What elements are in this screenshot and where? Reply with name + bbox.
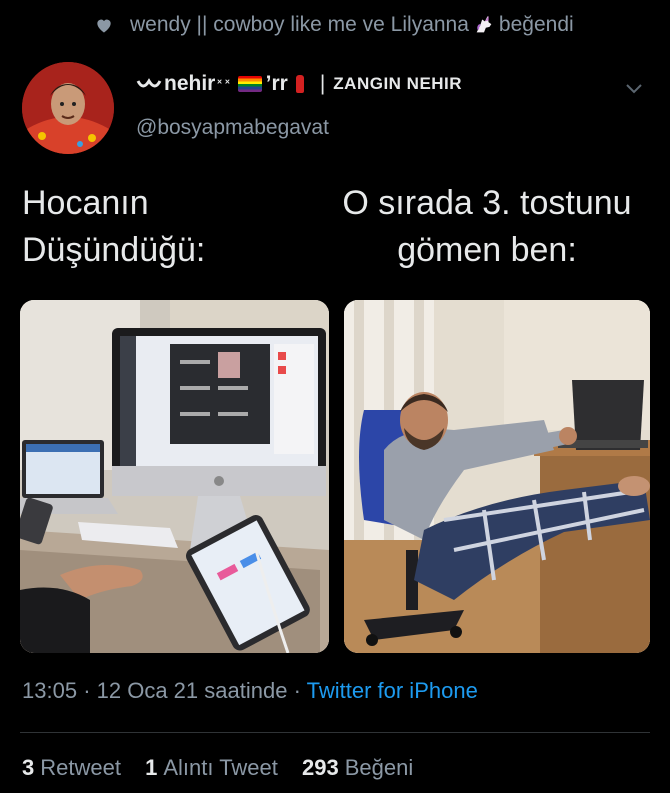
caption-right: O sırada 3. tostunu gömen ben: [322,180,652,274]
photo-man-at-laptop[interactable] [344,300,650,653]
chevron-down-icon[interactable] [624,78,644,98]
liked-by-text: wendy || cowboy like me ve Lilyanna [130,13,469,36]
quotes-label: Alıntı Tweet [163,755,278,780]
photo-desk-setup[interactable] [20,300,329,653]
quotes-stat[interactable]: 1 Alıntı Tweet [145,755,284,780]
tweet-stats: 3 Retweet 1 Alıntı Tweet 293 Beğeni [22,755,431,781]
caption-left-line: Düşündüğü: [22,231,206,269]
caption-right-line: gömen ben: [397,231,577,269]
meta-dot: · [293,678,301,703]
likes-stat[interactable]: 293 Beğeni [302,755,413,780]
rainbow-flag-icon [237,76,262,92]
meta-dot: · [83,678,91,703]
author-name[interactable]: nehir ˟ ˟ ’rr | ZANGIN NEHIR [136,72,462,96]
sparkle-icon: ˟ ˟ [217,76,230,92]
likes-label: Beğeni [344,755,414,780]
wave-icon [136,78,162,88]
display-name-mid: ’rr [265,72,288,95]
retweets-stat[interactable]: 3 Retweet [22,755,127,780]
quotes-count: 1 [145,755,158,780]
author-handle[interactable]: @bosyapmabegavat [136,116,329,140]
display-name-prefix: nehir [164,72,216,95]
retweets-label: Retweet [40,755,121,780]
divider [20,732,650,733]
retweets-count: 3 [22,755,35,780]
name-separator: | [319,72,326,95]
likes-count: 293 [302,755,339,780]
tweet-meta: 13:05 · 12 Oca 21 saatinde · Twitter for… [22,678,478,704]
brand-name: ZANGIN NEHIR [333,74,463,93]
caption-left-line: Hocanın [22,184,149,222]
tweet-time: 13:05 [22,678,78,703]
caption-left: Hocanın Düşündüğü: [22,180,302,274]
unicorn-emoji [476,15,492,33]
avatar[interactable] [22,62,114,154]
liked-by-row[interactable]: wendy || cowboy like me ve Lilyanna beğe… [94,10,574,40]
tweet-source-link[interactable]: Twitter for iPhone [307,678,478,703]
caption-right-line: O sırada 3. tostunu [342,184,632,222]
tweet-date[interactable]: 12 Oca 21 saatinde [97,678,288,703]
heart-icon [97,19,111,33]
fire-extinguisher-icon [295,75,304,93]
liked-by-suffix: beğendi [498,13,574,36]
